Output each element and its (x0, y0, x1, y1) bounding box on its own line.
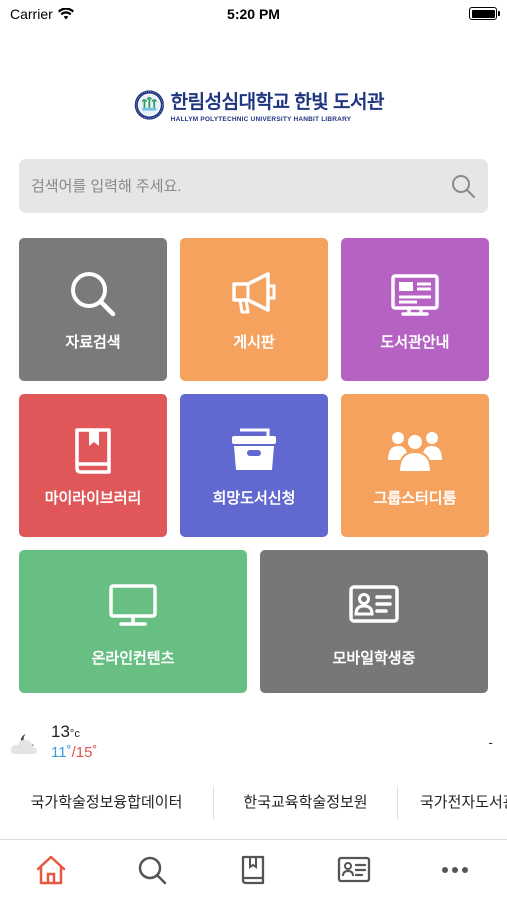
weather-min: 11˚ (51, 744, 72, 761)
tile-label: 온라인컨텐츠 (91, 650, 175, 667)
tab-bar (0, 839, 507, 900)
tile-label: 마이라이브러리 (44, 490, 142, 507)
tab-search[interactable] (101, 840, 202, 900)
search-icon[interactable] (450, 173, 476, 199)
link-item[interactable]: 국가학술정보융합데이터 (0, 778, 213, 828)
tile-my-library[interactable]: 마이라이브러리 (19, 394, 167, 537)
tile-label: 게시판 (233, 334, 275, 351)
search-icon[interactable] (136, 854, 168, 886)
weather-max: 15˚ (75, 744, 98, 761)
tile-label: 자료검색 (65, 334, 121, 351)
archive-box-icon (232, 428, 276, 470)
monitor-icon (109, 584, 157, 626)
book-icon (75, 428, 111, 474)
tab-more[interactable] (404, 840, 505, 900)
tile-board[interactable]: 게시판 (180, 238, 328, 381)
more-icon[interactable] (440, 865, 470, 875)
book-icon[interactable] (238, 854, 268, 886)
tile-book-request[interactable]: 희망도서신청 (180, 394, 328, 537)
tab-home[interactable] (0, 840, 101, 900)
weather-widget: 13°c 11˚/15˚ - (0, 720, 507, 770)
weather-extra: - (488, 734, 493, 750)
tile-library-info[interactable]: 도서관안내 (341, 238, 489, 381)
weather-temp-unit: °c (69, 728, 80, 740)
search-icon (71, 272, 116, 317)
weather-temp-value: 13 (51, 722, 70, 741)
battery-icon (469, 7, 500, 20)
search-bar[interactable] (19, 159, 488, 213)
library-title: 한림성심대학교 한빛 도서관 (170, 92, 385, 113)
weather-range: 11˚/15˚ (51, 744, 97, 761)
home-icon[interactable] (34, 853, 68, 887)
weather-temperature: 13°c (51, 722, 80, 742)
external-links[interactable]: 국가학술정보융합데이터 한국교육학술정보원 국가전자도서관 (0, 778, 507, 828)
status-time: 5:20 PM (227, 6, 280, 22)
search-input[interactable] (31, 159, 451, 213)
megaphone-icon (232, 272, 276, 314)
status-bar: Carrier 5:20 PM (0, 0, 507, 28)
tile-group-study-room[interactable]: 그룹스터디룸 (341, 394, 489, 537)
university-seal-icon (134, 90, 164, 120)
tile-mobile-student-id[interactable]: 모바일학생증 (260, 550, 488, 693)
tab-my-library[interactable] (202, 840, 303, 900)
tile-label: 모바일학생증 (332, 650, 416, 667)
tab-student-id[interactable] (303, 840, 404, 900)
tile-search[interactable]: 자료검색 (19, 238, 167, 381)
link-item[interactable]: 한국교육학술정보원 (214, 778, 397, 828)
group-users-icon (388, 432, 442, 473)
id-card-icon[interactable] (337, 855, 371, 885)
tile-label: 그룹스터디룸 (373, 490, 457, 507)
library-subtitle: HALLYM POLYTECHNIC UNIVERSITY HANBIT LIB… (170, 116, 352, 123)
library-logo: 한림성심대학교 한빛 도서관 HALLYM POLYTECHNIC UNIVER… (134, 78, 385, 132)
tile-online-contents[interactable]: 온라인컨텐츠 (19, 550, 247, 693)
tile-label: 도서관안내 (380, 334, 450, 351)
link-item[interactable]: 국가전자도서관 (398, 778, 507, 828)
tile-label: 희망도서신청 (212, 490, 296, 507)
id-card-icon (349, 585, 399, 623)
battery-level (471, 9, 495, 18)
partly-cloudy-night-icon (10, 734, 37, 754)
info-board-icon (391, 274, 439, 316)
